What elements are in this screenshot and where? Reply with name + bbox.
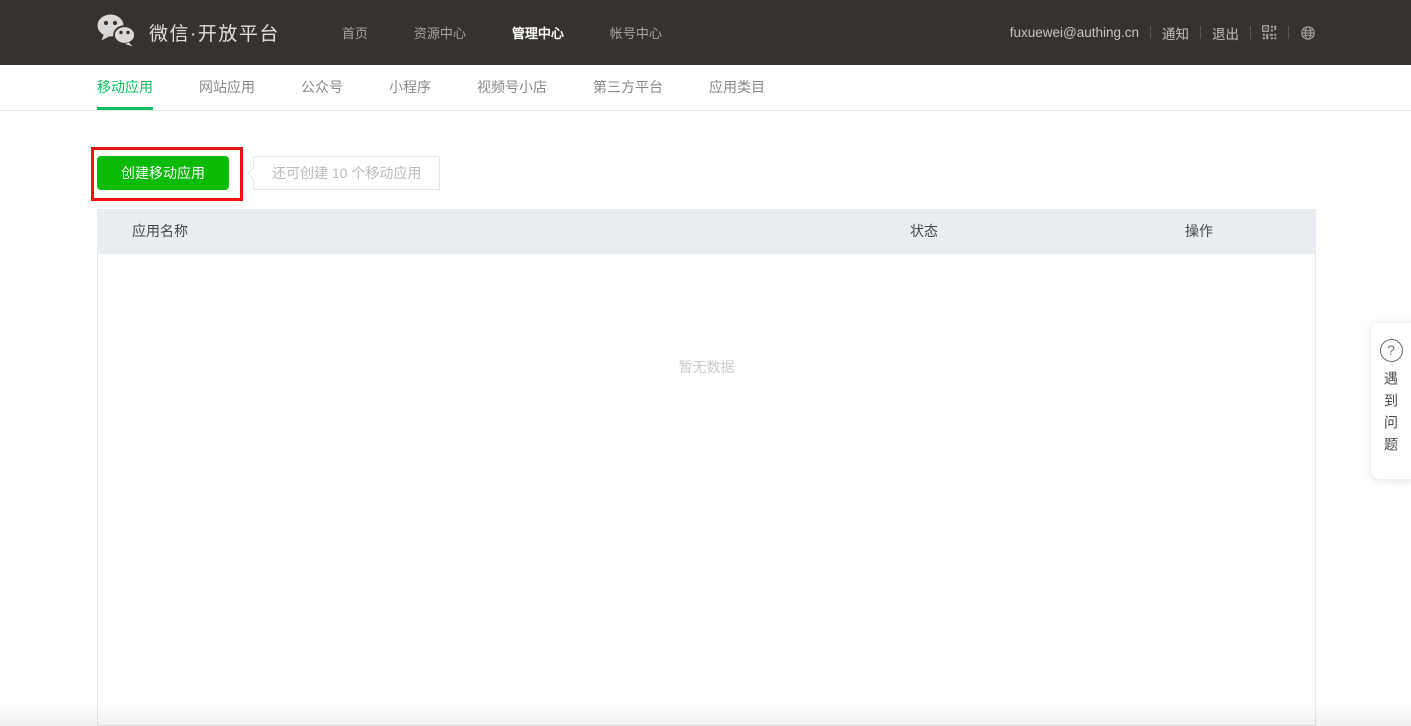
apps-table: 应用名称 状态 操作 暂无数据 bbox=[97, 209, 1316, 726]
help-widget[interactable]: ? 遇到问题 bbox=[1371, 323, 1411, 479]
tab-third-party-platform[interactable]: 第三方平台 bbox=[593, 65, 663, 110]
tab-website-apps[interactable]: 网站应用 bbox=[199, 65, 255, 110]
nav-item-resources[interactable]: 资源中心 bbox=[414, 23, 466, 42]
help-label: 遇到问题 bbox=[1383, 371, 1399, 459]
nav-item-account-center[interactable]: 帐号中心 bbox=[610, 23, 662, 42]
tab-channels-shop[interactable]: 视频号小店 bbox=[477, 65, 547, 110]
page-title: 微信·开放平台 bbox=[149, 24, 280, 45]
nav-item-management-center[interactable]: 管理中心 bbox=[512, 23, 564, 42]
brand: 微信·开放平台 bbox=[96, 13, 280, 52]
tab-mini-programs[interactable]: 小程序 bbox=[389, 65, 431, 110]
empty-state-text: 暂无数据 bbox=[678, 359, 735, 375]
qr-code-icon[interactable] bbox=[1262, 25, 1277, 40]
divider bbox=[1150, 26, 1151, 39]
tab-official-accounts[interactable]: 公众号 bbox=[301, 65, 343, 110]
wechat-logo-icon bbox=[96, 13, 136, 52]
wechat-open-platform-page: 微信·开放平台 首页 资源中心 管理中心 帐号中心 fuxuewei@authi… bbox=[0, 0, 1411, 726]
logout-link[interactable]: 退出 bbox=[1212, 23, 1239, 43]
column-status: 状态 bbox=[910, 223, 938, 239]
column-actions: 操作 bbox=[1185, 223, 1213, 239]
tab-app-categories[interactable]: 应用类目 bbox=[709, 65, 765, 110]
divider bbox=[1200, 26, 1201, 39]
main-nav: 首页 资源中心 管理中心 帐号中心 bbox=[342, 23, 662, 42]
globe-icon[interactable] bbox=[1300, 25, 1316, 41]
question-mark-icon: ? bbox=[1379, 339, 1403, 362]
hint-arrow bbox=[247, 167, 260, 180]
notifications-link[interactable]: 通知 bbox=[1162, 23, 1189, 43]
quota-hint: 还可创建 10 个移动应用 bbox=[247, 156, 441, 190]
user-email: fuxuewei@authing.cn bbox=[1009, 25, 1139, 40]
tab-mobile-apps[interactable]: 移动应用 bbox=[97, 65, 153, 110]
divider bbox=[1288, 26, 1289, 39]
app-type-tabs: 移动应用 网站应用 公众号 小程序 视频号小店 第三方平台 应用类目 bbox=[0, 65, 1411, 111]
header-user-area: fuxuewei@authing.cn 通知 退出 bbox=[1010, 23, 1316, 43]
quota-hint-text: 还可创建 10 个移动应用 bbox=[272, 165, 422, 181]
nav-item-home[interactable]: 首页 bbox=[342, 23, 368, 42]
table-header-row: 应用名称 状态 操作 bbox=[98, 209, 1315, 254]
table-body: 暂无数据 bbox=[98, 254, 1315, 377]
column-app-name: 应用名称 bbox=[132, 223, 188, 239]
divider bbox=[1250, 26, 1251, 39]
create-mobile-app-button[interactable]: 创建移动应用 bbox=[97, 156, 229, 190]
top-header: 微信·开放平台 首页 资源中心 管理中心 帐号中心 fuxuewei@authi… bbox=[0, 0, 1411, 65]
